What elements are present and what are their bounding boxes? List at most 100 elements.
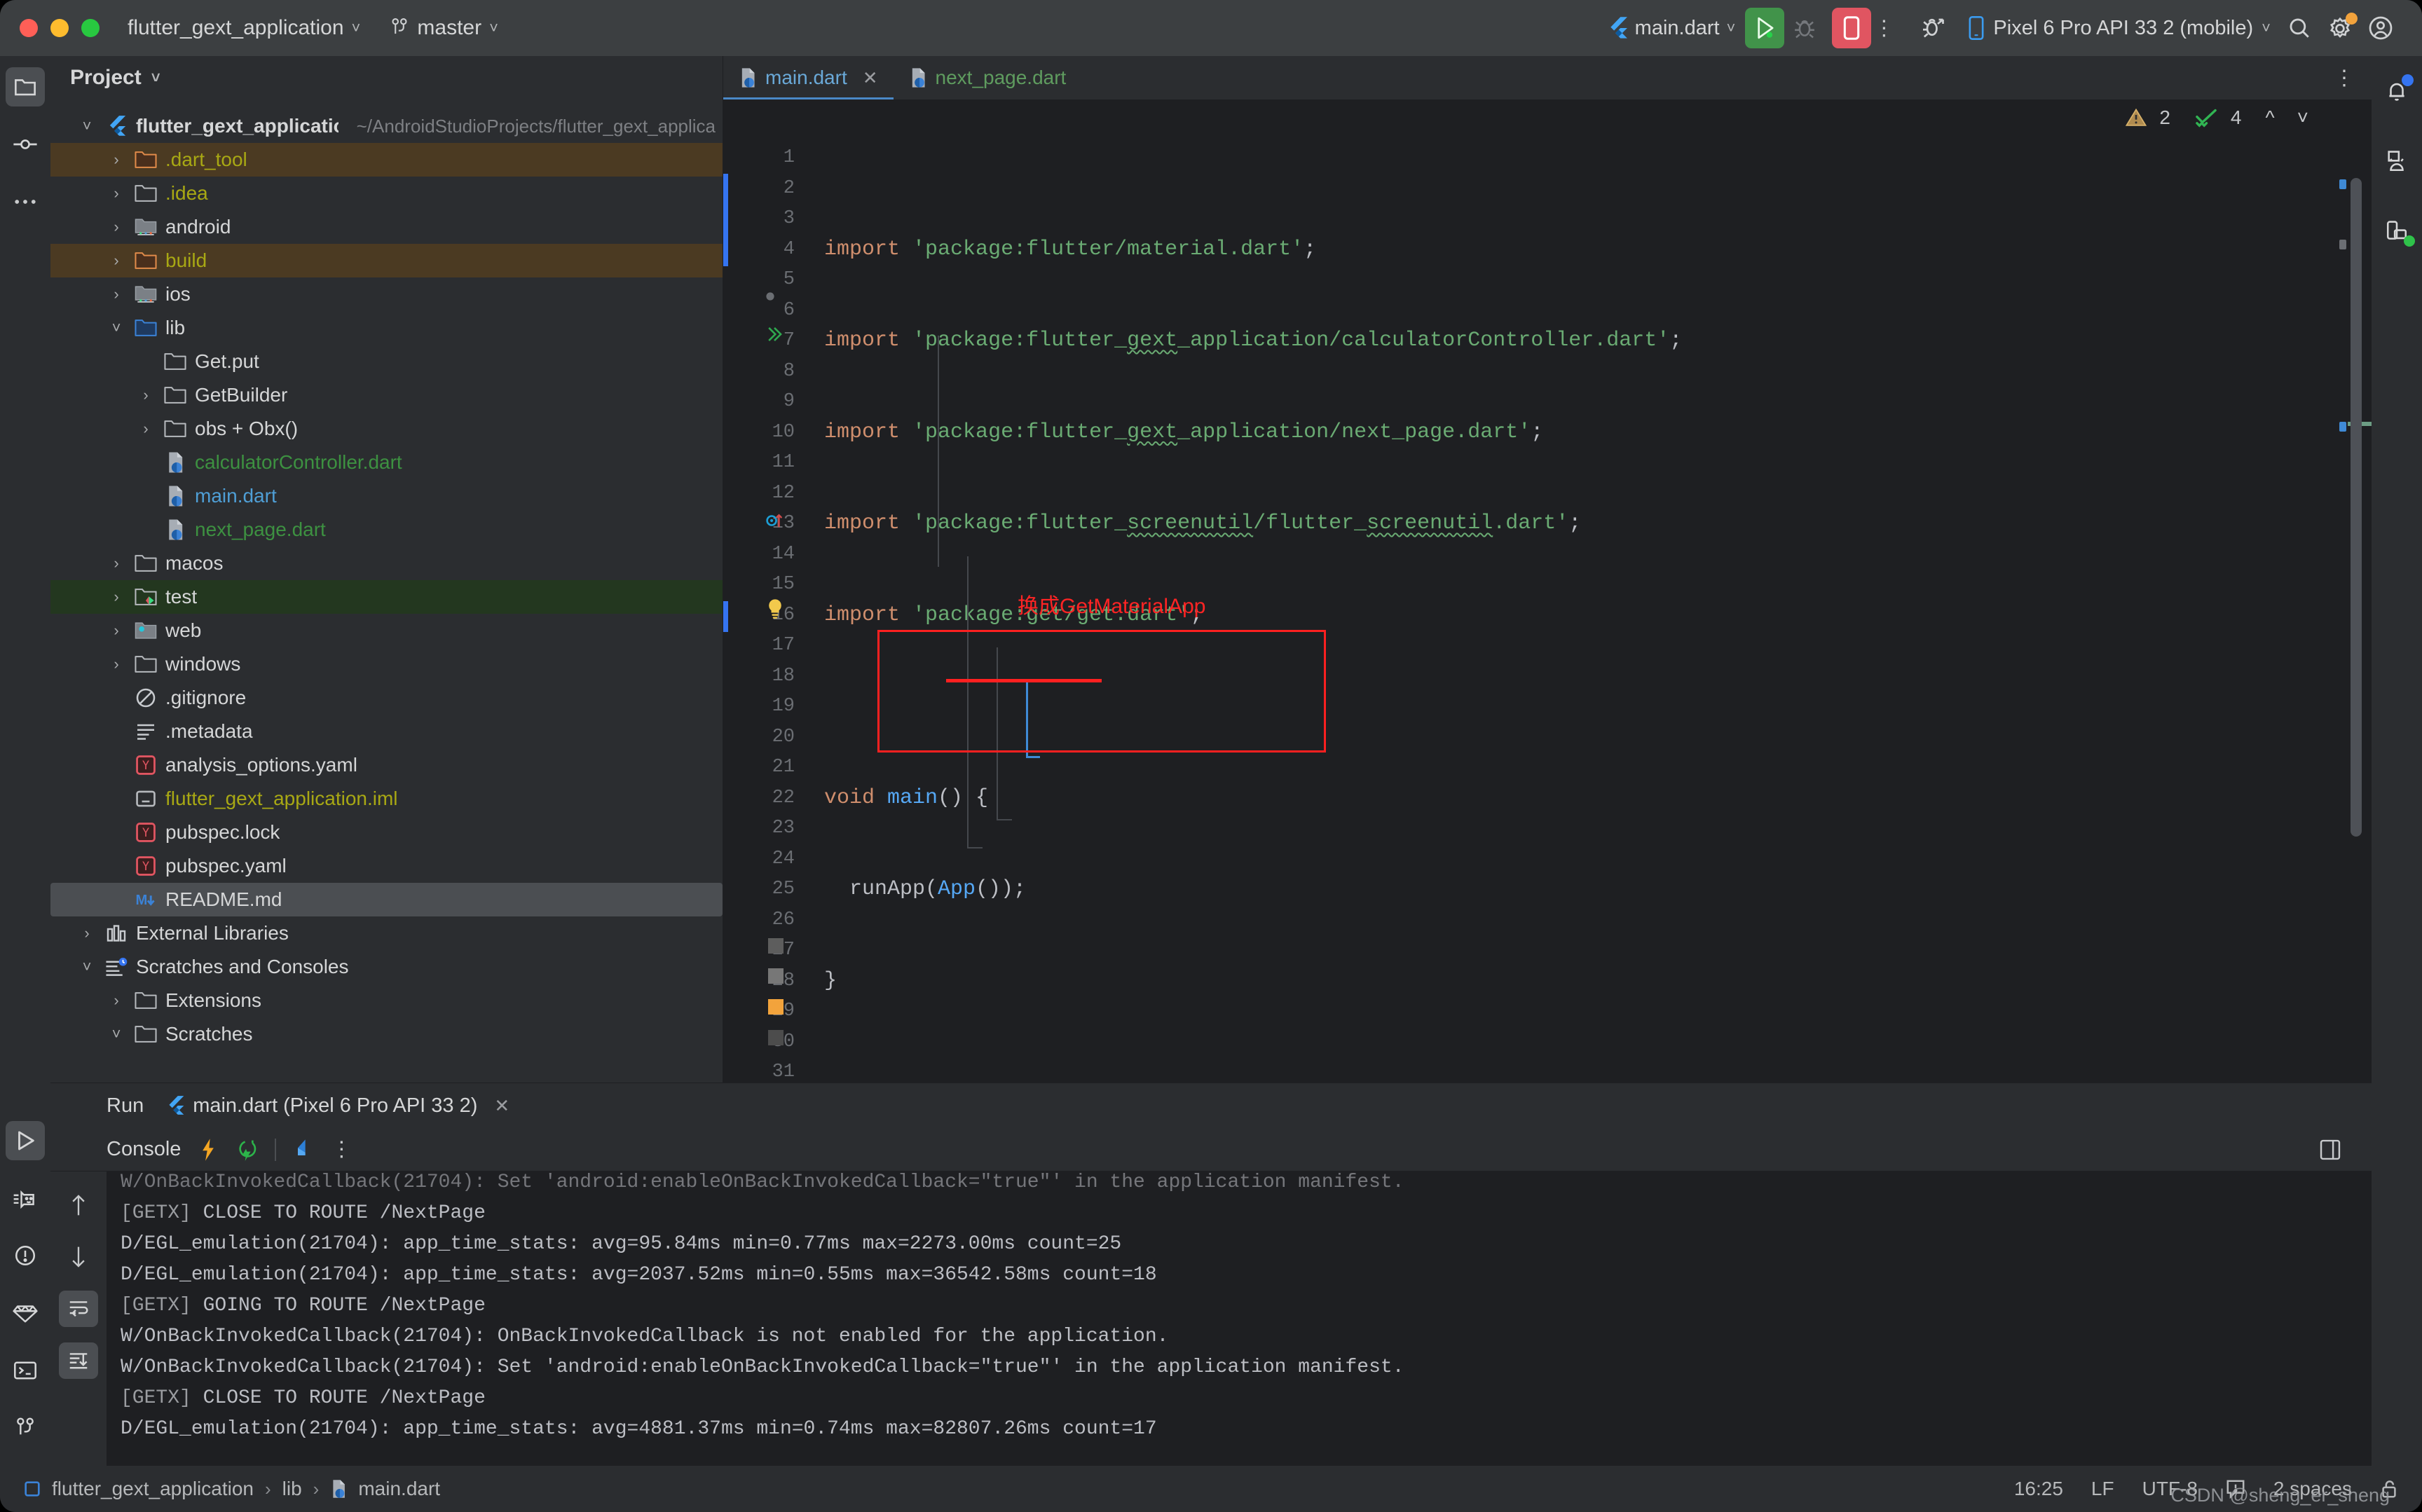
line-number-18[interactable]: 18 bbox=[723, 661, 807, 692]
branch-selector[interactable]: master ˅ bbox=[390, 16, 498, 40]
running-devices-icon[interactable] bbox=[2377, 212, 2416, 251]
version-control-tool-button[interactable] bbox=[6, 1408, 45, 1448]
line-number-4[interactable]: 4 bbox=[723, 235, 807, 266]
terminal-tool-button[interactable] bbox=[6, 1351, 45, 1390]
flutter-inspector-button[interactable] bbox=[1913, 8, 1954, 48]
chevron-down-icon[interactable]: ˅ bbox=[77, 117, 97, 135]
chevron-right-icon[interactable]: › bbox=[136, 420, 156, 438]
tree-item-macos[interactable]: › macos bbox=[50, 547, 723, 580]
tree-item-flutter-gext-application-iml[interactable]: flutter_gext_application.iml bbox=[50, 782, 723, 816]
chevron-right-icon[interactable]: › bbox=[107, 621, 126, 640]
line-number-31[interactable]: 31 bbox=[723, 1057, 807, 1083]
editor-tab-0[interactable]: main.dart ✕ bbox=[723, 56, 894, 99]
tree-item-scratches-and-consoles[interactable]: ˅ Scratches and Consoles bbox=[50, 950, 723, 984]
line-number-27[interactable]: 27 bbox=[723, 935, 807, 966]
chevron-down-icon[interactable]: ˅ bbox=[77, 958, 97, 976]
next-problem-button[interactable]: ˅ bbox=[2297, 106, 2308, 129]
search-everywhere-button[interactable] bbox=[2279, 8, 2320, 48]
prev-problem-button[interactable]: ^ bbox=[2266, 106, 2275, 129]
more-run-options-button[interactable]: ⋮ bbox=[1871, 8, 1896, 48]
line-separator-label[interactable]: LF bbox=[2091, 1478, 2114, 1500]
device-selector[interactable]: Pixel 6 Pro API 33 2 (mobile) ˅ bbox=[1968, 16, 2271, 40]
chevron-right-icon[interactable]: › bbox=[136, 386, 156, 404]
tree-item-flutter-gext-application[interactable]: ˅ flutter_gext_application ~/AndroidStudio… bbox=[50, 109, 723, 143]
project-selector[interactable]: flutter_gext_application ˅ bbox=[128, 16, 360, 40]
chevron-right-icon[interactable]: › bbox=[107, 285, 126, 303]
intention-bulb-icon[interactable] bbox=[765, 598, 785, 619]
line-number-8[interactable]: 8 bbox=[723, 357, 807, 387]
hot-restart-icon[interactable] bbox=[235, 1139, 256, 1161]
editor-tab-1[interactable]: next_page.dart bbox=[894, 56, 1082, 99]
window-controls[interactable] bbox=[20, 19, 100, 37]
tree-item-scratches[interactable]: ˅ Scratches bbox=[50, 1017, 723, 1051]
line-number-5[interactable]: 5 bbox=[723, 265, 807, 296]
scroll-up-button[interactable] bbox=[59, 1187, 98, 1223]
tree-item-readme-md[interactable]: M README.md bbox=[50, 883, 723, 916]
tree-item--metadata[interactable]: .metadata bbox=[50, 715, 723, 748]
line-number-28[interactable]: 28 bbox=[723, 966, 807, 997]
console-tab[interactable]: Console bbox=[107, 1138, 181, 1161]
breadcrumb-project[interactable]: flutter_gext_application bbox=[52, 1478, 254, 1500]
source-code[interactable]: import 'package:flutter/material.dart'; … bbox=[807, 136, 2332, 1083]
run-session-tab[interactable]: main.dart (Pixel 6 Pro API 33 2) ✕ bbox=[166, 1094, 509, 1118]
tree-item-calculatorcontroller-dart[interactable]: calculatorController.dart bbox=[50, 446, 723, 479]
line-number-15[interactable]: 15 bbox=[723, 570, 807, 600]
editor-tab-bar[interactable]: main.dart ✕ next_page.dart ⋮ bbox=[723, 56, 2372, 99]
code-editor[interactable]: 1 2 3 4 5 6 7 8 9 10 11 12 13 14 15 16 17 18 19 20 21 22 23 24 2… bbox=[723, 136, 2372, 1083]
tree-item-main-dart[interactable]: main.dart bbox=[50, 479, 723, 513]
tree-item-external-libraries[interactable]: › External Libraries bbox=[50, 916, 723, 950]
close-window-button[interactable] bbox=[20, 19, 38, 37]
run-tool-button[interactable] bbox=[6, 1121, 45, 1160]
problems-tool-button[interactable] bbox=[6, 1236, 45, 1275]
line-number-21[interactable]: 21 bbox=[723, 752, 807, 783]
line-number-20[interactable]: 20 bbox=[723, 722, 807, 753]
project-panel-header[interactable]: Project ˅ bbox=[50, 56, 723, 99]
console-output[interactable]: W/OnBackInvokedCallback(21704): Set 'and… bbox=[107, 1171, 2372, 1466]
tree-item-obs-obx-[interactable]: › obs + Obx() bbox=[50, 412, 723, 446]
scroll-down-button[interactable] bbox=[59, 1239, 98, 1275]
tree-item-pubspec-yaml[interactable]: Ypubspec.yaml bbox=[50, 849, 723, 883]
device-manager-icon[interactable] bbox=[2377, 142, 2416, 181]
line-number-26[interactable]: 26 bbox=[723, 905, 807, 936]
breadcrumb-folder[interactable]: lib bbox=[282, 1478, 302, 1500]
scroll-to-end-button[interactable] bbox=[59, 1342, 98, 1379]
tree-item-pubspec-lock[interactable]: Ypubspec.lock bbox=[50, 816, 723, 849]
settings-gear-button[interactable] bbox=[2320, 8, 2360, 48]
line-number-9[interactable]: 9 bbox=[723, 387, 807, 418]
color-swatch[interactable] bbox=[768, 968, 784, 984]
tree-item-lib[interactable]: ˅ lib bbox=[50, 311, 723, 345]
tree-item-next-page-dart[interactable]: next_page.dart bbox=[50, 513, 723, 547]
stop-button[interactable] bbox=[1832, 8, 1872, 48]
maximize-window-button[interactable] bbox=[81, 19, 100, 37]
hot-reload-icon[interactable] bbox=[199, 1138, 217, 1162]
tree-item-get-put[interactable]: Get.put bbox=[50, 345, 723, 378]
color-swatch[interactable] bbox=[768, 938, 784, 954]
tree-item-test[interactable]: › test bbox=[50, 580, 723, 614]
minimize-window-button[interactable] bbox=[50, 19, 69, 37]
dart-devtools-icon[interactable] bbox=[294, 1139, 313, 1161]
tree-item-getbuilder[interactable]: › GetBuilder bbox=[50, 378, 723, 412]
chevron-down-icon[interactable]: ˅ bbox=[107, 319, 126, 337]
chevron-right-icon[interactable]: › bbox=[107, 151, 126, 169]
commit-tool-button[interactable] bbox=[6, 125, 45, 164]
soft-wrap-button[interactable] bbox=[59, 1291, 98, 1327]
tree-item-windows[interactable]: › windows bbox=[50, 647, 723, 681]
chevron-right-icon[interactable]: › bbox=[107, 218, 126, 236]
line-number-14[interactable]: 14 bbox=[723, 539, 807, 570]
color-swatch[interactable] bbox=[768, 1030, 784, 1045]
tree-item-extensions[interactable]: › Extensions bbox=[50, 984, 723, 1017]
chevron-right-icon[interactable]: › bbox=[107, 184, 126, 202]
tree-item--gitignore[interactable]: .gitignore bbox=[50, 681, 723, 715]
tree-item-ios[interactable]: › ios bbox=[50, 277, 723, 311]
line-number-29[interactable]: 29 bbox=[723, 996, 807, 1027]
chevron-right-icon[interactable]: › bbox=[107, 991, 126, 1010]
color-swatch[interactable] bbox=[768, 999, 784, 1015]
line-number-30[interactable]: 30 bbox=[723, 1027, 807, 1058]
line-number-24[interactable]: 24 bbox=[723, 844, 807, 875]
tree-item-build[interactable]: › build bbox=[50, 244, 723, 277]
close-icon[interactable]: ✕ bbox=[494, 1095, 509, 1117]
chevron-down-icon[interactable]: ˅ bbox=[107, 1025, 126, 1043]
line-number-10[interactable]: 10 bbox=[723, 418, 807, 448]
notifications-bell-icon[interactable] bbox=[2377, 71, 2416, 111]
chevron-right-icon[interactable]: › bbox=[107, 252, 126, 270]
